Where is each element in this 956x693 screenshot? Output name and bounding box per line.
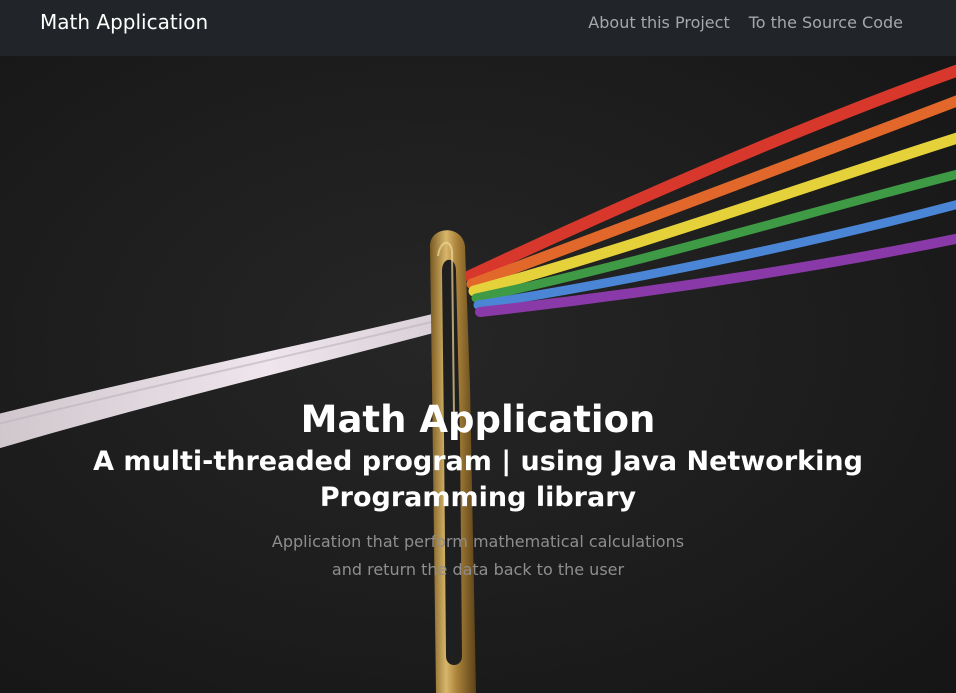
rainbow-threads (464, 64, 956, 317)
hero-description: Application that perform mathematical ca… (271, 532, 685, 579)
hero-banner: Math Application A multi-threaded progra… (0, 56, 956, 693)
hero-subtitle: A multi-threaded program | using Java Ne… (93, 446, 863, 513)
navbar-brand[interactable]: Math Application (40, 10, 208, 34)
nav-links: About this Project To the Source Code (588, 13, 903, 32)
navbar: Math Application About this Project To t… (0, 0, 956, 56)
hero-background-image (0, 64, 956, 693)
hero-text: Math Application A multi-threaded progra… (0, 396, 956, 584)
nav-link-about[interactable]: About this Project (588, 13, 729, 32)
nav-link-source-code[interactable]: To the Source Code (749, 13, 903, 32)
hero-title: Math Application (300, 398, 656, 441)
